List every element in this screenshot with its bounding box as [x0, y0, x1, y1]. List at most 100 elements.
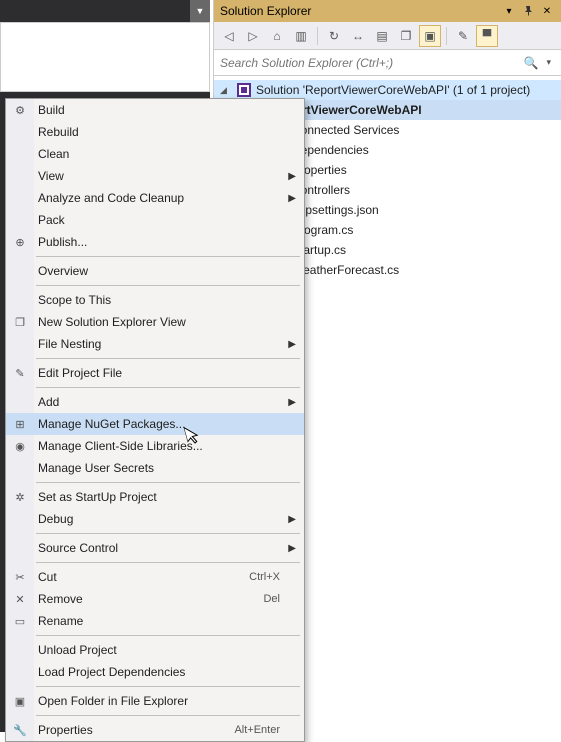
- collapse-all-icon[interactable]: ↔: [347, 25, 369, 47]
- menu-item-properties[interactable]: 🔧 PropertiesAlt+Enter: [6, 719, 304, 741]
- submenu-arrow-icon: ▶: [288, 514, 296, 525]
- menu-item-label: Rename: [38, 614, 280, 628]
- cut-icon: ✂: [11, 568, 29, 586]
- menu-separator: [36, 533, 300, 534]
- menu-item-view[interactable]: View▶: [6, 165, 304, 187]
- menu-item-scope[interactable]: Scope to This: [6, 289, 304, 311]
- menu-separator: [36, 715, 300, 716]
- menu-item-build[interactable]: ⚙ Build: [6, 99, 304, 121]
- rename-icon: ▭: [11, 612, 29, 630]
- newview-icon: ❐: [11, 313, 29, 331]
- back-icon[interactable]: ◁: [218, 25, 240, 47]
- search-icon[interactable]: 🔍: [520, 56, 543, 70]
- menu-item-pack[interactable]: Pack: [6, 209, 304, 231]
- menu-item-srcctrl[interactable]: Source Control ▶: [6, 537, 304, 559]
- menu-item-label: Scope to This: [38, 293, 280, 307]
- menu-item-filenest[interactable]: File Nesting ▶: [6, 333, 304, 355]
- publish-icon: ⊕: [11, 233, 29, 251]
- menu-separator: [36, 482, 300, 483]
- menu-item-label: Manage Client-Side Libraries...: [38, 439, 280, 453]
- menu-item-label: Build: [38, 103, 280, 117]
- menu-item-label: Manage User Secrets: [38, 461, 280, 475]
- home-icon[interactable]: ⌂: [266, 25, 288, 47]
- menu-item-add[interactable]: Add ▶: [6, 391, 304, 413]
- menu-item-analyze[interactable]: Analyze and Code Cleanup ▶: [6, 187, 304, 209]
- view-code-icon[interactable]: ❐: [395, 25, 417, 47]
- menu-item-label: Unload Project: [38, 643, 280, 657]
- menu-item-clean[interactable]: Clean: [6, 143, 304, 165]
- toolbar-separator: [317, 27, 318, 45]
- menu-shortcut: Alt+Enter: [224, 724, 280, 736]
- menu-item-label: File Nesting: [38, 337, 280, 351]
- forward-icon[interactable]: ▷: [242, 25, 264, 47]
- tab-dropdown-arrow[interactable]: ▼: [190, 0, 210, 22]
- submenu-arrow-icon: ▶: [288, 397, 296, 408]
- show-all-icon[interactable]: ▤: [371, 25, 393, 47]
- menu-item-debug[interactable]: Debug ▶: [6, 508, 304, 530]
- menu-item-label: Edit Project File: [38, 366, 280, 380]
- menu-item-label: Remove: [38, 592, 253, 606]
- editproj-icon: ✎: [11, 364, 29, 382]
- menu-shortcut: Ctrl+X: [239, 571, 280, 583]
- menu-item-label: Debug: [38, 512, 280, 526]
- switch-views-icon[interactable]: ▥: [290, 25, 312, 47]
- tree-item-label: appsettings.json: [292, 203, 379, 217]
- menu-item-label: New Solution Explorer View: [38, 315, 280, 329]
- menu-item-loaddeps[interactable]: Load Project Dependencies: [6, 661, 304, 683]
- menu-item-label: Rebuild: [38, 125, 280, 139]
- menu-item-label: Overview: [38, 264, 280, 278]
- menu-item-openfolder[interactable]: ▣Open Folder in File Explorer: [6, 690, 304, 712]
- startup-icon: ✲: [11, 488, 29, 506]
- menu-item-label: Source Control: [38, 541, 280, 555]
- expand-icon[interactable]: ◢: [220, 85, 232, 96]
- submenu-arrow-icon: ▶: [288, 543, 296, 554]
- menu-item-label: Open Folder in File Explorer: [38, 694, 280, 708]
- build-icon: ⚙: [11, 101, 29, 119]
- remove-icon: ✕: [11, 590, 29, 608]
- menu-item-label: Analyze and Code Cleanup: [38, 191, 280, 205]
- menu-item-nuget[interactable]: ⊞ Manage NuGet Packages...: [6, 413, 304, 435]
- menu-item-label: Add: [38, 395, 280, 409]
- menu-item-overview[interactable]: Overview: [6, 260, 304, 282]
- menu-item-newview[interactable]: ❐ New Solution Explorer View: [6, 311, 304, 333]
- nuget-icon: ⊞: [11, 415, 29, 433]
- menu-item-editproj[interactable]: ✎ Edit Project File: [6, 362, 304, 384]
- solution-root[interactable]: ◢ Solution 'ReportViewerCoreWebAPI' (1 o…: [214, 80, 561, 100]
- solution-toolbar: ◁ ▷ ⌂ ▥ ↻ ↔ ▤ ❐ ▣ ✎ ▀: [214, 22, 561, 50]
- submenu-arrow-icon: ▶: [288, 193, 296, 204]
- menu-item-secrets[interactable]: Manage User Secrets: [6, 457, 304, 479]
- menu-item-label: Pack: [38, 213, 280, 227]
- submenu-arrow-icon: ▶: [288, 339, 296, 350]
- pin-icon[interactable]: [520, 3, 536, 19]
- preview-icon[interactable]: ▣: [419, 25, 441, 47]
- menu-item-publish[interactable]: ⊕ Publish...: [6, 231, 304, 253]
- menu-item-label: Publish...: [38, 235, 280, 249]
- menu-separator: [36, 635, 300, 636]
- solution-search-box[interactable]: 🔍 ▾: [214, 50, 561, 76]
- search-input[interactable]: [220, 56, 520, 70]
- menu-item-rename[interactable]: ▭ Rename: [6, 610, 304, 632]
- menu-item-cut[interactable]: ✂ CutCtrl+X: [6, 566, 304, 588]
- menu-item-unload[interactable]: Unload Project: [6, 639, 304, 661]
- close-icon[interactable]: ✕: [539, 3, 555, 19]
- properties-icon: 🔧: [11, 721, 29, 739]
- solution-explorer-titlebar: Solution Explorer ▾ ✕: [214, 0, 561, 22]
- menu-item-startup[interactable]: ✲Set as StartUp Project: [6, 486, 304, 508]
- search-dropdown-icon[interactable]: ▾: [542, 57, 555, 68]
- menu-item-label: Manage NuGet Packages...: [38, 417, 280, 431]
- submenu-arrow-icon: ▶: [288, 171, 296, 182]
- menu-item-label: Properties: [38, 723, 224, 737]
- tree-item-label: WeatherForecast.cs: [292, 263, 399, 277]
- menu-item-remove[interactable]: ✕RemoveDel: [6, 588, 304, 610]
- refresh-icon[interactable]: ↻: [323, 25, 345, 47]
- menu-item-rebuild[interactable]: Rebuild: [6, 121, 304, 143]
- panel-menu-icon[interactable]: ▾: [501, 3, 517, 19]
- wrench-icon[interactable]: ▀: [476, 25, 498, 47]
- editor-blank-area: [0, 22, 210, 92]
- menu-item-clientlib[interactable]: ◉Manage Client-Side Libraries...: [6, 435, 304, 457]
- menu-item-label: Cut: [38, 570, 239, 584]
- solution-label: Solution 'ReportViewerCoreWebAPI' (1 of …: [256, 83, 530, 97]
- toolbar-separator: [446, 27, 447, 45]
- properties-icon[interactable]: ✎: [452, 25, 474, 47]
- menu-separator: [36, 562, 300, 563]
